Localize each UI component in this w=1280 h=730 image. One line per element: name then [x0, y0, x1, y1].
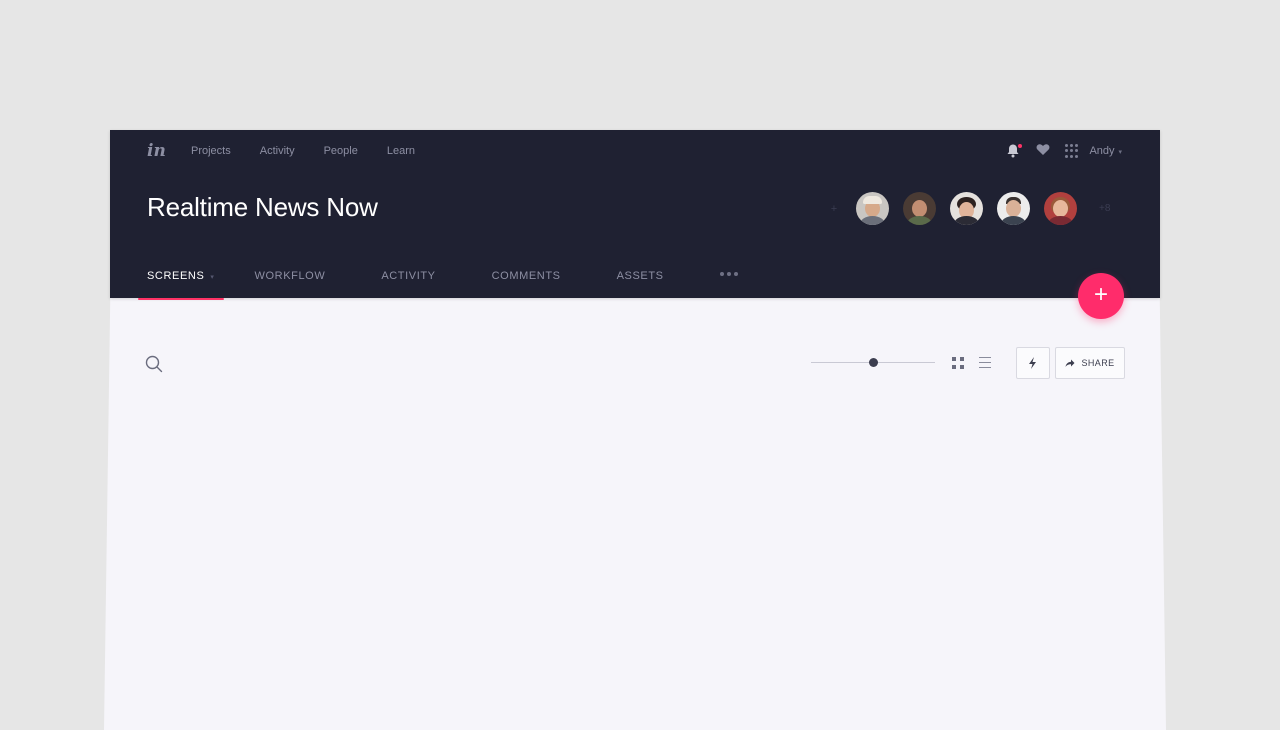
- share-button[interactable]: SHARE: [1055, 347, 1125, 379]
- tab-workflow[interactable]: WORKFLOW: [246, 270, 335, 300]
- tab-comments[interactable]: COMMENTS: [483, 270, 570, 300]
- tab-assets[interactable]: ASSETS: [608, 270, 673, 300]
- avatar[interactable]: [903, 192, 936, 225]
- top-nav: Projects Activity People Learn: [191, 145, 444, 157]
- more-collaborators-count[interactable]: +8: [1099, 203, 1110, 214]
- user-name: Andy: [1089, 145, 1115, 157]
- zoom-slider[interactable]: [811, 354, 935, 372]
- tab-label: ASSETS: [616, 270, 664, 282]
- apps-icon[interactable]: [1065, 144, 1079, 158]
- lightning-button[interactable]: [1016, 347, 1050, 379]
- invision-logo[interactable]: in: [147, 140, 169, 162]
- tab-screens[interactable]: SCREENS ▾: [138, 270, 224, 300]
- lightning-icon: [1029, 357, 1036, 369]
- heart-icon[interactable]: [1036, 143, 1052, 159]
- tab-label: ACTIVITY: [381, 270, 436, 282]
- avatar[interactable]: [950, 192, 983, 225]
- content-area: [104, 290, 1166, 730]
- notification-dot: [1018, 144, 1023, 148]
- chevron-down-icon: ▾: [210, 274, 215, 281]
- tab-activity[interactable]: ACTIVITY: [372, 270, 444, 300]
- user-menu[interactable]: Andy ▾: [1089, 145, 1122, 157]
- nav-learn[interactable]: Learn: [387, 145, 415, 157]
- grid-view-icon[interactable]: [952, 357, 964, 369]
- nav-people[interactable]: People: [324, 145, 358, 157]
- avatar[interactable]: [997, 192, 1030, 225]
- more-tabs-icon[interactable]: [711, 268, 747, 302]
- slider-handle[interactable]: [869, 358, 878, 367]
- collaborators: + +8: [818, 192, 1110, 225]
- add-screen-button[interactable]: +: [1078, 273, 1124, 319]
- add-collaborator-button[interactable]: +: [818, 203, 850, 215]
- avatar[interactable]: [856, 192, 889, 225]
- nav-projects[interactable]: Projects: [191, 145, 231, 157]
- share-arrow-icon: [1065, 359, 1075, 367]
- tab-label: SCREENS: [147, 270, 205, 282]
- tab-label: COMMENTS: [491, 270, 561, 282]
- avatar[interactable]: [1044, 192, 1077, 225]
- project-tabs: SCREENS ▾ WORKFLOW ACTIVITY COMMENTS ASSE…: [138, 268, 747, 302]
- nav-activity[interactable]: Activity: [260, 145, 295, 157]
- tab-label: WORKFLOW: [254, 270, 326, 282]
- list-view-icon[interactable]: [979, 357, 991, 369]
- page-title: Realtime News Now: [147, 192, 378, 222]
- share-label: SHARE: [1081, 358, 1115, 368]
- search-icon[interactable]: [144, 354, 164, 374]
- project-header: in Projects Activity People Learn Andy ▾…: [110, 130, 1160, 300]
- active-tab-indicator: [138, 298, 224, 300]
- chevron-down-icon: ▾: [1116, 149, 1122, 156]
- bell-icon[interactable]: [1006, 143, 1023, 159]
- user-controls: Andy ▾: [1006, 143, 1122, 159]
